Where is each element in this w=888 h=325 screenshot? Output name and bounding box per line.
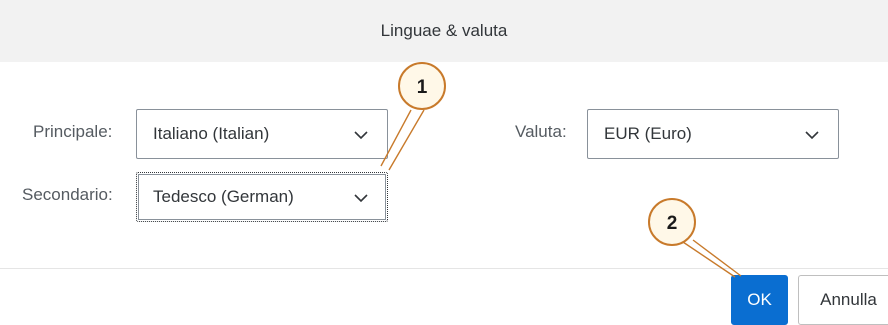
footer-divider	[0, 268, 888, 269]
dialog-header: Linguae & valuta	[0, 0, 888, 62]
secondary-language-select[interactable]: Tedesco (German)	[136, 172, 388, 222]
cancel-button[interactable]: Annulla	[798, 275, 888, 325]
callout-2-number: 2	[667, 213, 678, 234]
callout-1-number: 1	[417, 77, 428, 98]
chevron-down-icon	[354, 194, 368, 203]
secondary-language-value: Tedesco (German)	[153, 187, 294, 206]
chevron-down-icon	[805, 131, 819, 140]
ok-button[interactable]: OK	[731, 275, 788, 325]
primary-language-value: Italiano (Italian)	[153, 124, 270, 143]
callout-2: 2	[648, 198, 742, 278]
currency-select[interactable]: EUR (Euro)	[587, 109, 839, 159]
dialog-title: Linguae & valuta	[380, 21, 508, 40]
secondary-language-label: Secondario:	[22, 185, 113, 204]
chevron-down-icon	[354, 131, 368, 140]
currency-value: EUR (Euro)	[604, 124, 692, 143]
currency-label: Valuta:	[515, 122, 567, 141]
callout-1: 1	[380, 62, 446, 171]
primary-language-select[interactable]: Italiano (Italian)	[136, 109, 388, 159]
primary-language-label: Principale:	[33, 122, 113, 141]
